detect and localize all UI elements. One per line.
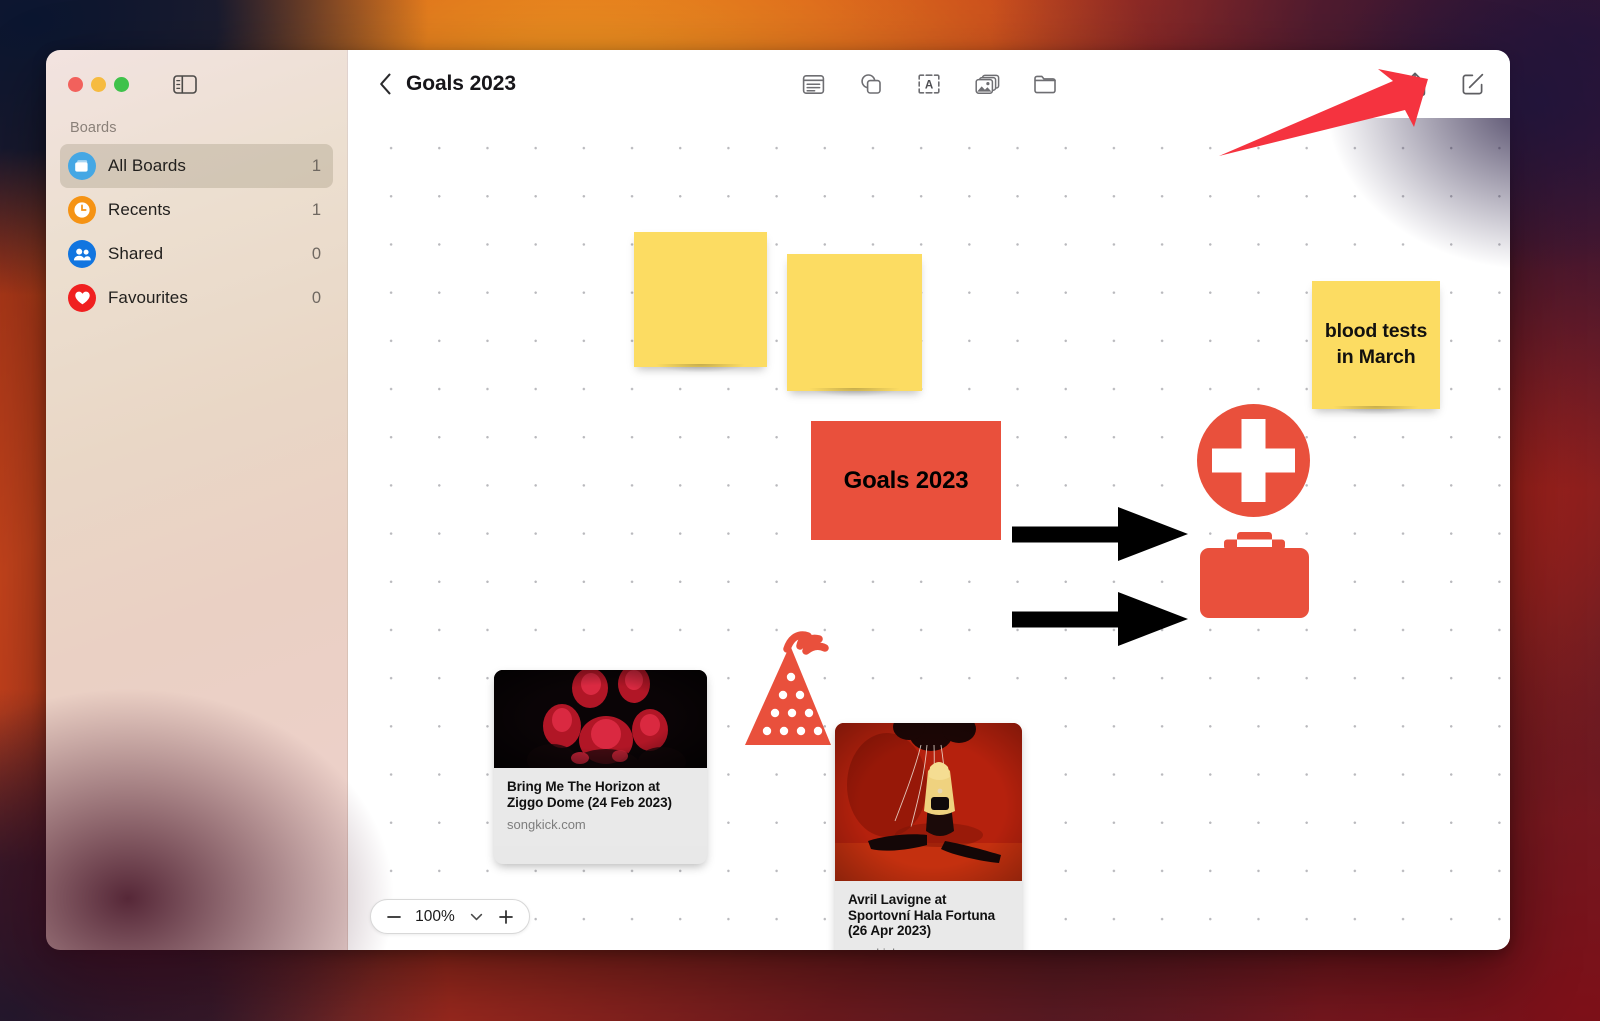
zoom-control: 100% <box>370 899 530 934</box>
sidebar-item-count: 0 <box>311 244 321 263</box>
goals-square-shape[interactable]: Goals 2023 <box>811 421 1001 540</box>
zoom-out-button[interactable] <box>380 903 408 931</box>
people-icon <box>68 240 96 268</box>
sidebar-list: All Boards 1 Recents 1 Shared 0 Favourit… <box>46 144 347 320</box>
photos-icon[interactable] <box>972 69 1002 99</box>
goals-square-label: Goals 2023 <box>843 466 969 494</box>
link-card-domain: songkick.com <box>848 946 1009 950</box>
sidebar-item-label: Favourites <box>108 288 188 307</box>
link-card-thumbnail <box>494 670 707 768</box>
window-titlebar <box>46 50 347 118</box>
sidebar: Boards All Boards 1 Recents 1 Shared 0 F… <box>46 50 348 950</box>
boards-stack-icon <box>68 152 96 180</box>
sidebar-item-count: 0 <box>311 288 321 307</box>
link-card[interactable]: Avril Lavigne at Sportovní Hala Fortuna … <box>835 723 1022 950</box>
share-icon[interactable] <box>1400 69 1430 99</box>
minimize-button[interactable] <box>91 76 106 92</box>
text-box-icon[interactable]: A <box>914 69 944 99</box>
link-card-thumbnail <box>835 723 1022 881</box>
page-title: Goals 2023 <box>406 72 516 95</box>
traffic-light-group <box>68 76 129 92</box>
black-arrow-right-icon[interactable] <box>1012 588 1188 650</box>
party-hat-icon[interactable] <box>743 631 843 748</box>
medical-cross-icon[interactable] <box>1197 404 1310 517</box>
main-panel: Goals 2023 A blood tests in March Goals … <box>348 50 1510 950</box>
sidebar-item-count: 1 <box>311 156 321 175</box>
sidebar-item-all-boards[interactable]: All Boards 1 <box>60 144 333 188</box>
sidebar-item-favourites[interactable]: Favourites 0 <box>60 276 333 320</box>
sidebar-toggle-icon[interactable] <box>172 73 198 95</box>
zoom-in-button[interactable] <box>492 903 520 931</box>
sticky-note-blood-tests[interactable]: blood tests in March <box>1312 281 1440 418</box>
sticky-note[interactable] <box>634 232 767 376</box>
clock-icon <box>68 196 96 224</box>
link-card-title: Bring Me The Horizon at Ziggo Dome (24 F… <box>507 779 672 810</box>
link-card-body: Bring Me The Horizon at Ziggo Dome (24 F… <box>494 768 707 847</box>
sticky-note-text <box>634 232 767 367</box>
sticky-note[interactable] <box>787 254 922 400</box>
folder-icon[interactable] <box>1030 69 1060 99</box>
link-card-title: Avril Lavigne at Sportovní Hala Fortuna … <box>848 892 996 939</box>
heart-icon <box>68 284 96 312</box>
link-card[interactable]: Bring Me The Horizon at Ziggo Dome (24 F… <box>494 670 707 864</box>
first-aid-kit-icon[interactable] <box>1200 532 1309 618</box>
zoom-button[interactable] <box>114 76 129 92</box>
close-button[interactable] <box>68 76 83 92</box>
sidebar-item-label: All Boards <box>108 156 186 175</box>
sidebar-item-label: Recents <box>108 200 171 219</box>
sticky-note-text: blood tests in March <box>1324 320 1428 368</box>
board-canvas[interactable]: blood tests in March Goals 2023 Bring Me… <box>348 118 1510 950</box>
sidebar-item-count: 1 <box>311 200 321 219</box>
chevron-down-icon[interactable] <box>462 903 490 931</box>
freeform-app-window: Boards All Boards 1 Recents 1 Shared 0 F… <box>46 50 1510 950</box>
sticky-note-text <box>787 254 922 391</box>
link-card-body: Avril Lavigne at Sportovní Hala Fortuna … <box>835 881 1022 950</box>
sticky-note-icon[interactable] <box>798 69 828 99</box>
desktop-wallpaper: Boards All Boards 1 Recents 1 Shared 0 F… <box>0 0 1600 1021</box>
sidebar-item-shared[interactable]: Shared 0 <box>60 232 333 276</box>
sidebar-item-label: Shared <box>108 244 164 263</box>
toolbar-center-tools: A <box>798 69 1060 99</box>
shapes-icon[interactable] <box>856 69 886 99</box>
link-card-domain: songkick.com <box>507 817 586 833</box>
svg-text:A: A <box>925 78 934 91</box>
back-chevron-icon[interactable] <box>372 71 398 97</box>
toolbar-right-tools <box>1400 69 1488 99</box>
black-arrow-right-icon[interactable] <box>1012 503 1188 565</box>
toolbar: Goals 2023 A <box>348 50 1510 118</box>
sidebar-section-title: Boards <box>70 120 117 136</box>
compose-icon[interactable] <box>1458 69 1488 99</box>
sidebar-item-recents[interactable]: Recents 1 <box>60 188 333 232</box>
zoom-level-value: 100% <box>415 907 455 925</box>
